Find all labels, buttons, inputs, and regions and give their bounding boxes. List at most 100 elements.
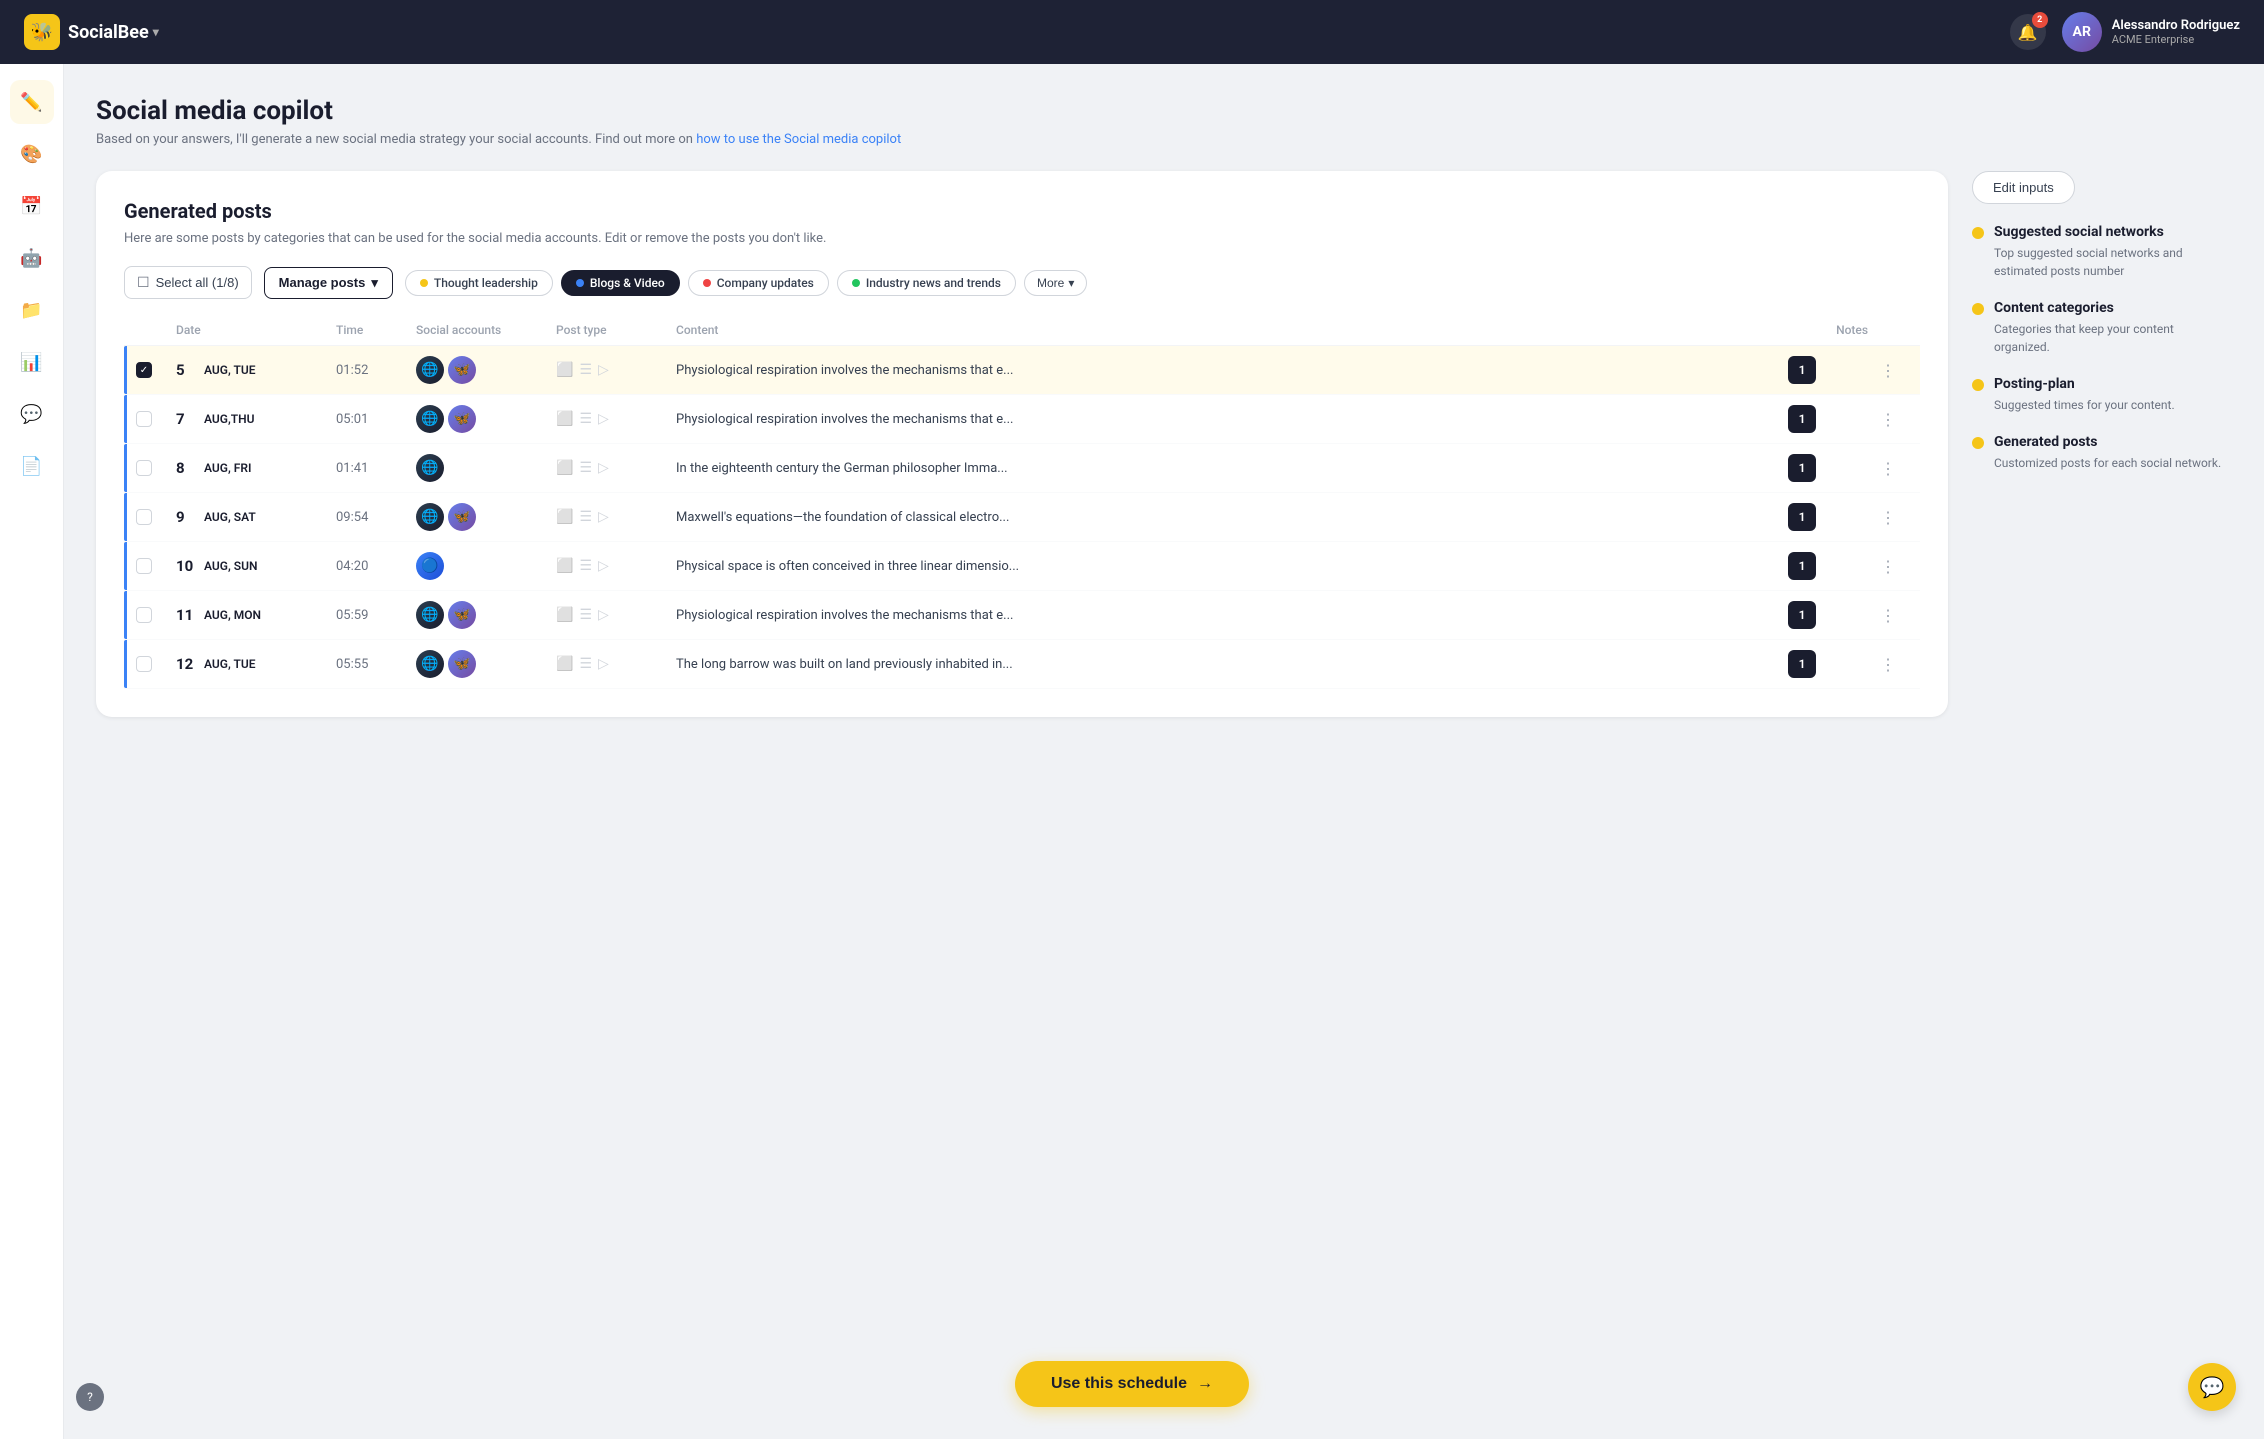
sidebar: ✏️ 🎨 📅 🤖 📁 📊 💬 📄 <box>0 64 64 1439</box>
more-chevron-icon: ▾ <box>1068 276 1074 290</box>
notes-badge[interactable]: 1 <box>1788 454 1816 482</box>
step-desc: Categories that keep your content organi… <box>1972 320 2232 356</box>
step-title: Posting-plan <box>1994 376 2075 392</box>
tab-thought-leadership[interactable]: Thought leadership <box>405 270 553 296</box>
notes-badge[interactable]: 1 <box>1788 650 1816 678</box>
row-checkbox[interactable] <box>136 509 152 525</box>
row-checkbox[interactable] <box>136 460 152 476</box>
text-icon: ☰ <box>579 558 592 574</box>
sidebar-item-content[interactable]: 📁 <box>10 288 54 332</box>
sidebar-item-ai-copilot[interactable]: 🤖 <box>10 236 54 280</box>
select-all-button[interactable]: ☐ Select all (1/8) <box>124 266 252 299</box>
app-name[interactable]: SocialBee ▾ <box>68 22 159 43</box>
date-cell: 9 AUG, SAT <box>176 508 336 526</box>
text-icon: ☰ <box>579 656 592 672</box>
help-button[interactable]: ? <box>76 1383 104 1411</box>
sidebar-item-engage[interactable]: 💬 <box>10 392 54 436</box>
sidebar-item-design[interactable]: 🎨 <box>10 132 54 176</box>
row-checkbox[interactable] <box>136 558 152 574</box>
sidebar-item-create-post[interactable]: ✏️ <box>10 80 54 124</box>
content-preview: Physical space is often conceived in thr… <box>676 559 1788 574</box>
step-desc: Customized posts for each social network… <box>1972 454 2232 472</box>
header-social-accounts: Social accounts <box>416 323 556 337</box>
bottom-bar: Use this schedule → <box>1015 1361 1249 1407</box>
manage-posts-button[interactable]: Manage posts ▾ <box>264 267 393 299</box>
row-menu-button[interactable]: ⋮ <box>1868 508 1908 527</box>
category-tabs: Thought leadership Blogs & Video Company… <box>405 270 1087 296</box>
logo-icon: 🐝 <box>24 14 60 50</box>
company-dot <box>703 279 711 287</box>
social-accounts-cell: 🌐 🦋 <box>416 405 556 433</box>
social-avatar-dark[interactable]: 🌐 <box>416 650 444 678</box>
time-cell: 09:54 <box>336 510 416 525</box>
social-avatar-dark[interactable]: 🌐 <box>416 454 444 482</box>
content-preview: Maxwell's equations—the foundation of cl… <box>676 510 1788 525</box>
social-avatar-purple[interactable]: 🦋 <box>448 650 476 678</box>
row-menu-button[interactable]: ⋮ <box>1868 655 1908 674</box>
row-checkbox[interactable] <box>136 362 152 378</box>
notes-badge[interactable]: 1 <box>1788 503 1816 531</box>
social-accounts-cell: 🔵 <box>416 552 556 580</box>
post-type-icons: ⬜ ☰ ▷ <box>556 362 676 378</box>
social-avatar-purple[interactable]: 🦋 <box>448 405 476 433</box>
tab-company-label: Company updates <box>717 276 814 290</box>
notes-badge[interactable]: 1 <box>1788 601 1816 629</box>
social-avatar-purple[interactable]: 🦋 <box>448 601 476 629</box>
date-cell: 8 AUG, FRI <box>176 459 336 477</box>
sidebar-item-reports[interactable]: 📄 <box>10 444 54 488</box>
chat-button[interactable]: 💬 <box>2188 1363 2236 1411</box>
panel-title: Generated posts <box>124 199 1920 223</box>
date-cell: 12 AUG, TUE <box>176 655 336 673</box>
tab-industry-label: Industry news and trends <box>866 276 1001 290</box>
time-cell: 05:01 <box>336 412 416 427</box>
right-panel: Edit inputs Suggested social networks To… <box>1972 171 2232 472</box>
use-schedule-button[interactable]: Use this schedule → <box>1015 1361 1249 1407</box>
post-type-icons: ⬜ ☰ ▷ <box>556 509 676 525</box>
social-avatar-dark[interactable]: 🌐 <box>416 405 444 433</box>
social-avatar-purple[interactable]: 🦋 <box>448 503 476 531</box>
row-menu-button[interactable]: ⋮ <box>1868 361 1908 380</box>
social-avatar-dark[interactable]: 🌐 <box>416 503 444 531</box>
more-categories-button[interactable]: More ▾ <box>1024 270 1087 296</box>
step-title: Content categories <box>1994 300 2114 316</box>
row-checkbox[interactable] <box>136 411 152 427</box>
row-menu-button[interactable]: ⋮ <box>1868 606 1908 625</box>
notifications-button[interactable]: 🔔 2 <box>2010 14 2046 50</box>
row-checkbox[interactable] <box>136 607 152 623</box>
step-desc: Suggested times for your content. <box>1972 396 2232 414</box>
video-icon: ▷ <box>598 509 609 525</box>
manage-posts-label: Manage posts <box>279 275 366 290</box>
social-avatar-purple[interactable]: 🦋 <box>448 356 476 384</box>
learn-more-link[interactable]: how to use the Social media copilot <box>696 132 901 147</box>
text-icon: ☰ <box>579 460 592 476</box>
table-row: 8 AUG, FRI 01:41 🌐 ⬜ ☰ ▷ In the eighteen… <box>124 444 1920 493</box>
video-icon: ▷ <box>598 656 609 672</box>
header-time: Time <box>336 323 416 337</box>
notes-badge[interactable]: 1 <box>1788 552 1816 580</box>
use-schedule-label: Use this schedule <box>1051 1375 1187 1393</box>
tab-company-updates[interactable]: Company updates <box>688 270 829 296</box>
time-cell: 05:55 <box>336 657 416 672</box>
edit-inputs-button[interactable]: Edit inputs <box>1972 171 2075 204</box>
row-menu-button[interactable]: ⋮ <box>1868 410 1908 429</box>
notes-badge[interactable]: 1 <box>1788 405 1816 433</box>
sidebar-item-analytics[interactable]: 📊 <box>10 340 54 384</box>
step-dot <box>1972 227 1984 239</box>
row-checkbox[interactable] <box>136 656 152 672</box>
social-accounts-cell: 🌐 🦋 <box>416 356 556 384</box>
user-info-area: AR Alessandro Rodriguez ACME Enterprise <box>2062 12 2240 52</box>
date-label: AUG, TUE <box>204 363 256 377</box>
social-avatar-dark[interactable]: 🌐 <box>416 356 444 384</box>
social-avatar-blue[interactable]: 🔵 <box>416 552 444 580</box>
tab-blogs-video[interactable]: Blogs & Video <box>561 270 680 296</box>
date-label: AUG, SAT <box>204 510 256 524</box>
sidebar-item-calendar[interactable]: 📅 <box>10 184 54 228</box>
row-menu-button[interactable]: ⋮ <box>1868 459 1908 478</box>
tab-thought-label: Thought leadership <box>434 276 538 290</box>
notes-badge[interactable]: 1 <box>1788 356 1816 384</box>
social-avatar-dark[interactable]: 🌐 <box>416 601 444 629</box>
row-menu-button[interactable]: ⋮ <box>1868 557 1908 576</box>
image-icon: ⬜ <box>556 656 573 672</box>
tab-industry-news[interactable]: Industry news and trends <box>837 270 1016 296</box>
page-title: Social media copilot <box>96 96 2232 126</box>
